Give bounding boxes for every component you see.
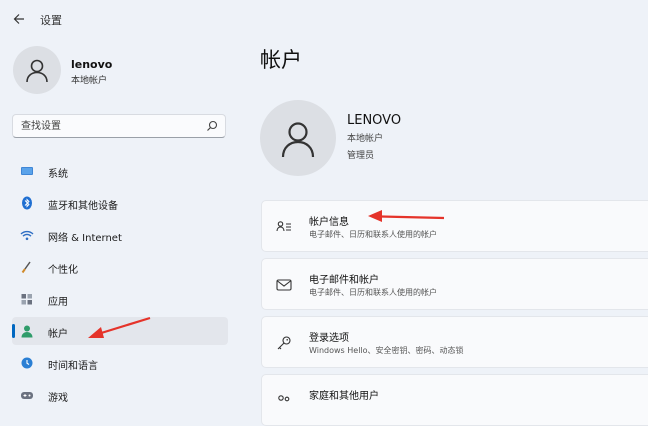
brush-icon xyxy=(21,261,31,274)
profile-name: lenovo xyxy=(71,58,113,71)
card-title: 电子邮件和帐户 xyxy=(309,275,379,286)
selection-indicator xyxy=(12,324,15,338)
account-info-card[interactable]: 帐户信息 电子邮件、日历和联系人使用的帐户 xyxy=(261,200,648,252)
sidebar-item-label: 个性化 xyxy=(48,265,78,276)
sidebar-item-label: 系统 xyxy=(48,169,68,180)
profile-account-type: 本地帐户 xyxy=(71,76,108,86)
sidebar-item-label: 应用 xyxy=(48,297,68,308)
avatar[interactable] xyxy=(13,46,61,94)
globe-clock-icon xyxy=(21,357,33,369)
sidebar-item-apps[interactable]: 应用 xyxy=(12,285,228,313)
sidebar-item-gaming[interactable]: 游戏 xyxy=(12,381,228,409)
family-icon xyxy=(278,395,290,402)
sidebar-item-label: 蓝牙和其他设备 xyxy=(48,201,118,212)
sidebar-item-personalization[interactable]: 个性化 xyxy=(12,253,228,281)
sidebar-item-label: 游戏 xyxy=(48,393,68,404)
sidebar-item-accounts[interactable]: 帐户 xyxy=(12,317,228,345)
card-description: 电子邮件、日历和联系人使用的帐户 xyxy=(309,230,437,239)
search-input[interactable] xyxy=(21,119,201,133)
sidebar-item-time-language[interactable]: 时间和语言 xyxy=(12,349,228,377)
bluetooth-icon xyxy=(22,196,32,210)
apps-icon xyxy=(21,294,32,305)
card-title: 登录选项 xyxy=(309,333,349,344)
sidebar-item-bluetooth[interactable]: 蓝牙和其他设备 xyxy=(12,189,228,217)
title-bar: 设置 xyxy=(0,0,648,36)
card-title: 帐户信息 xyxy=(309,217,349,228)
user-account-type: 本地帐户 xyxy=(347,134,384,144)
monitor-icon xyxy=(21,167,33,175)
sidebar-item-network[interactable]: 网络 & Internet xyxy=(12,221,228,249)
mail-icon xyxy=(276,279,292,291)
account-info-icon xyxy=(276,221,291,232)
email-accounts-card[interactable]: 电子邮件和帐户 电子邮件、日历和联系人使用的帐户 xyxy=(261,258,648,310)
sidebar-item-label: 帐户 xyxy=(48,329,68,340)
search-icon[interactable] xyxy=(206,120,218,132)
wifi-icon xyxy=(20,230,34,241)
person-icon xyxy=(26,59,48,83)
key-icon xyxy=(277,336,291,350)
card-description: Windows Hello、安全密钥、密码、动态锁 xyxy=(309,346,464,355)
back-button[interactable] xyxy=(8,8,30,30)
back-arrow-icon xyxy=(13,14,24,24)
user-role: 管理员 xyxy=(347,151,375,161)
search-box[interactable] xyxy=(12,114,226,138)
sidebar-nav: 系统 蓝牙和其他设备 网络 & Internet 个性化 应用 帐户 时间和语言… xyxy=(12,157,228,413)
person-icon xyxy=(21,325,33,338)
sign-in-options-card[interactable]: 登录选项 Windows Hello、安全密钥、密码、动态锁 xyxy=(261,316,648,368)
card-description: 电子邮件、日历和联系人使用的帐户 xyxy=(309,288,437,297)
sidebar-item-system[interactable]: 系统 xyxy=(12,157,228,185)
person-icon xyxy=(281,122,315,158)
user-name: LENOVO xyxy=(347,113,402,128)
family-users-card[interactable]: 家庭和其他用户 xyxy=(261,374,648,426)
page-title: 帐户 xyxy=(260,48,302,72)
user-avatar[interactable] xyxy=(260,100,336,176)
app-title: 设置 xyxy=(40,14,62,27)
sidebar-item-label: 时间和语言 xyxy=(48,361,98,372)
sidebar-item-label: 网络 & Internet xyxy=(48,233,122,244)
